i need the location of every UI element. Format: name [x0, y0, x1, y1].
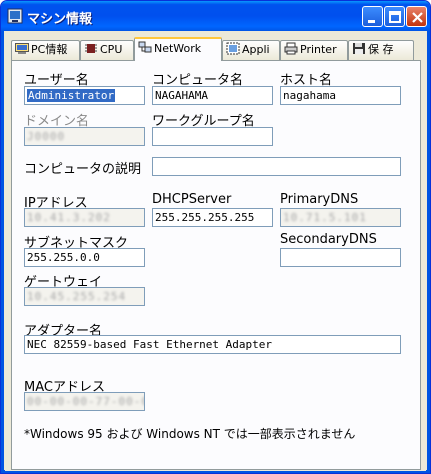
workgroup-name-field[interactable] — [152, 127, 273, 146]
computer-description-field[interactable] — [152, 157, 401, 176]
network-icon — [138, 41, 152, 53]
save-icon — [353, 43, 365, 54]
tab-label: Appli — [242, 43, 270, 56]
tab-label: Printer — [300, 43, 337, 56]
primary-dns-value: 10.71.5.101 — [283, 211, 367, 224]
tab-label: CPU — [100, 43, 123, 56]
close-icon — [412, 12, 423, 23]
tab-strip: PC情報 CPU NetWork Appli Printer 保 存 — [11, 37, 423, 61]
chip-icon — [85, 44, 97, 53]
app-icon — [7, 8, 23, 24]
subnet-mask-field[interactable]: 255.255.0.0 — [24, 248, 145, 267]
primary-dns-label: PrimaryDNS — [280, 192, 359, 207]
gateway-value: 10.45.255.254 — [27, 290, 127, 303]
machine-info-window: マシン情報 PC情報 CPU NetWork Appli Printer 保 存… — [0, 0, 431, 474]
tab-save[interactable]: 保 存 — [348, 40, 414, 60]
user-name-value: Administrator — [27, 89, 116, 102]
secondary-dns-field[interactable] — [280, 248, 401, 267]
primary-dns-field[interactable]: 10.71.5.101 — [280, 208, 401, 227]
network-panel: ユーザー名 Administrator コンピュータ名 NAGAHAMA ホスト… — [11, 60, 421, 470]
pc-icon — [15, 43, 29, 54]
ip-address-value: 10.41.3.202 — [27, 211, 111, 224]
close-button[interactable] — [406, 6, 427, 27]
adapter-name-field[interactable]: NEC 82559-based Fast Ethernet Adapter — [24, 335, 401, 354]
minimize-button[interactable] — [362, 6, 383, 27]
tab-label: PC情報 — [31, 43, 68, 56]
dhcp-server-label: DHCPServer — [152, 192, 232, 207]
tab-cpu[interactable]: CPU — [80, 40, 134, 60]
minimize-icon — [368, 20, 375, 23]
domain-name-field[interactable]: J0000 — [24, 127, 145, 146]
maximize-button[interactable] — [384, 6, 405, 27]
tab-label: NetWork — [154, 42, 202, 55]
tab-appli[interactable]: Appli — [222, 40, 280, 60]
host-name-field[interactable]: nagahama — [280, 86, 401, 105]
ip-address-field[interactable]: 10.41.3.202 — [24, 208, 145, 227]
client-area: PC情報 CPU NetWork Appli Printer 保 存 ユーザー名… — [5, 31, 426, 471]
domain-name-value: J0000 — [27, 130, 66, 143]
appli-icon — [226, 42, 240, 55]
mac-address-value: 00-00-00-77-00-0C — [27, 395, 145, 408]
tab-pc-info[interactable]: PC情報 — [11, 40, 80, 60]
window-title: マシン情報 — [27, 12, 93, 27]
tab-label: 保 存 — [368, 43, 394, 56]
mac-address-field[interactable]: 00-00-00-77-00-0C — [24, 392, 145, 411]
printer-icon — [284, 42, 298, 55]
tab-network[interactable]: NetWork — [134, 37, 222, 61]
computer-name-field[interactable]: NAGAHAMA — [152, 86, 273, 105]
secondary-dns-label: SecondaryDNS — [280, 232, 377, 247]
maximize-icon — [389, 11, 401, 23]
user-name-field[interactable]: Administrator — [24, 86, 145, 105]
title-bar[interactable]: マシン情報 — [1, 1, 430, 31]
computer-description-label: コンピュータの説明 — [24, 162, 142, 177]
compatibility-note: *Windows 95 および Windows NT では一部表示されません — [24, 427, 356, 441]
dhcp-server-field[interactable]: 255.255.255.255 — [152, 208, 273, 227]
tab-printer[interactable]: Printer — [280, 40, 348, 60]
gateway-field[interactable]: 10.45.255.254 — [24, 287, 145, 306]
